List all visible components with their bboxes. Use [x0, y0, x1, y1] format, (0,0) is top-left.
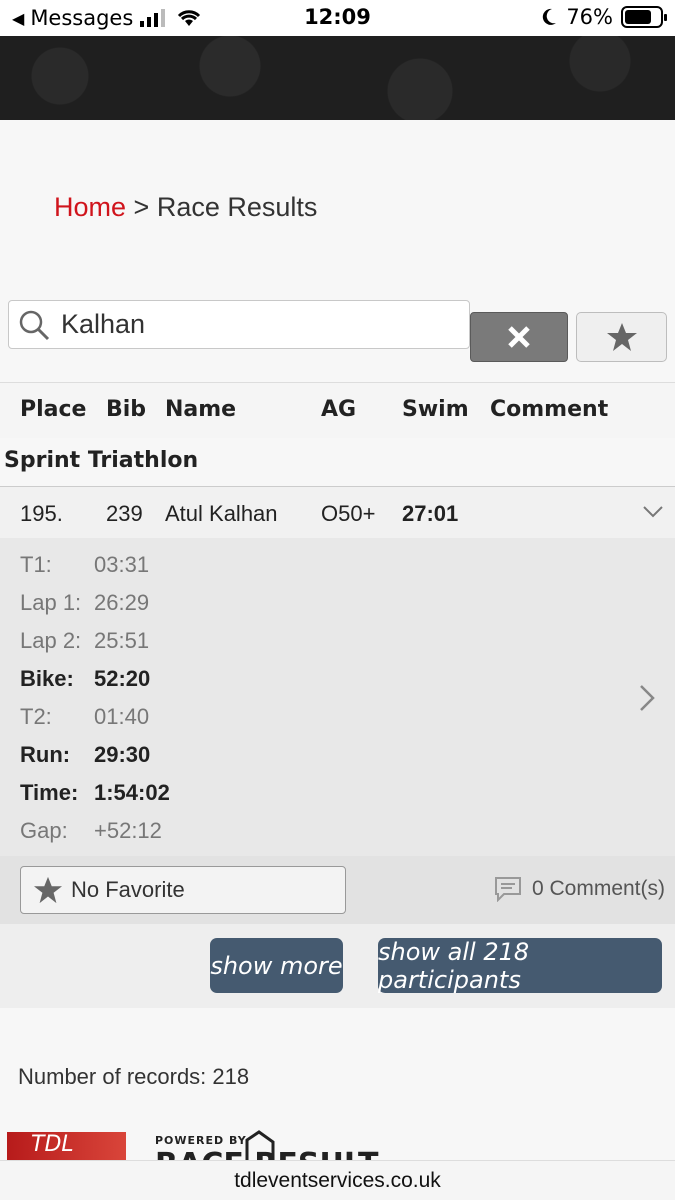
favorites-filter-button[interactable]: [576, 312, 667, 362]
svg-text:RACE RESULT: RACE RESULT: [155, 1147, 379, 1160]
url-domain: tdleventservices.co.uk: [234, 1169, 441, 1192]
column-header-bib[interactable]: Bib: [106, 397, 146, 422]
url-bar[interactable]: tdleventservices.co.uk: [0, 1160, 675, 1200]
column-header-ag[interactable]: AG: [321, 397, 356, 422]
battery-percent: 76%: [566, 5, 613, 29]
breadcrumb-home-link[interactable]: Home: [54, 192, 126, 222]
battery-icon: [621, 6, 667, 28]
search-icon: [19, 310, 50, 340]
detail-run: Run: 29:30: [20, 742, 151, 767]
favorite-toggle-button[interactable]: No Favorite: [20, 866, 346, 914]
clear-search-button[interactable]: [470, 312, 568, 362]
search-input[interactable]: [61, 309, 441, 340]
comment-icon: [494, 877, 521, 902]
race-group-title: Sprint Triathlon: [4, 448, 199, 473]
row-name: Atul Kalhan: [165, 501, 278, 526]
detail-time: Time: 1:54:02: [20, 780, 170, 805]
star-icon: [606, 323, 637, 351]
comments-label: 0 Comment(s): [531, 877, 665, 900]
detail-lap1: Lap 1: 26:29: [20, 590, 150, 615]
column-header-comment[interactable]: Comment: [490, 397, 608, 422]
records-count: Number of records: 218: [18, 1064, 250, 1089]
row-swim: 27:01: [402, 501, 459, 526]
tdl-logo[interactable]: TDL: [7, 1132, 126, 1160]
pagination-row: show more show all 218 participants: [0, 924, 675, 1008]
result-details-panel: T1: 03:31 Lap 1: 26:29 Lap 2: 25:51 Bike: 52…: [0, 538, 675, 856]
breadcrumb: Home > Race Results: [54, 192, 317, 223]
result-actions: No Favorite 0 Comment(s): [0, 856, 675, 924]
row-place: 195.: [20, 501, 63, 526]
detail-t1: T1: 03:31: [20, 552, 150, 577]
close-icon: [508, 326, 530, 348]
detail-lap2: Lap 2: 25:51: [20, 628, 150, 653]
favorite-label: No Favorite: [71, 877, 185, 902]
chevron-right-icon[interactable]: [638, 684, 656, 712]
moon-icon: [543, 8, 557, 25]
row-bib: 239: [106, 501, 143, 526]
comments-link[interactable]: 0 Comment(s): [494, 876, 665, 902]
header-banner: [0, 36, 675, 120]
breadcrumb-current: Race Results: [156, 192, 318, 222]
column-header-swim[interactable]: Swim: [402, 397, 469, 422]
race-result-logo[interactable]: RACE RESULT: [155, 1130, 405, 1160]
status-bar: ◀ Messages 12:09 76%: [0, 0, 675, 36]
column-header-place[interactable]: Place: [20, 397, 86, 422]
detail-t2: T2: 01:40: [20, 704, 150, 729]
star-icon: [34, 876, 62, 904]
table-row[interactable]: 195. 239 Atul Kalhan O50+ 27:01: [0, 486, 675, 538]
column-header-name[interactable]: Name: [165, 397, 236, 422]
show-more-button[interactable]: show more: [210, 938, 343, 993]
chevron-down-icon[interactable]: [642, 505, 664, 519]
breadcrumb-separator: >: [133, 192, 150, 222]
detail-bike: Bike: 52:20: [20, 666, 151, 691]
row-ag: O50+: [321, 501, 376, 526]
table-header: Place Bib Name AG Swim Comment: [0, 382, 675, 438]
search-box[interactable]: [8, 300, 470, 349]
detail-gap: Gap: +52:12: [20, 818, 162, 843]
show-all-button[interactable]: show all 218 participants: [378, 938, 662, 994]
